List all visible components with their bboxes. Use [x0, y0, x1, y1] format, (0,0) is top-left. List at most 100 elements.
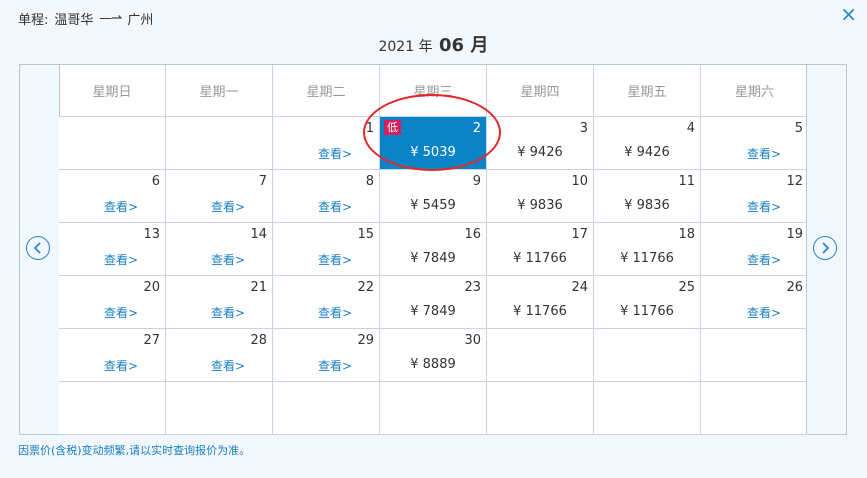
route-info: 单程: 温哥华 —⇀ 广州 [18, 9, 153, 28]
calendar-day[interactable]: 19 查看> [701, 223, 808, 276]
calendar-day[interactable]: 16 ¥ 7849 [380, 223, 487, 276]
day-price[interactable]: ¥ 9836 [487, 198, 593, 213]
view-price-link[interactable]: 查看> [104, 198, 138, 215]
view-price-link[interactable]: 查看> [104, 357, 138, 374]
view-price-link[interactable]: 查看> [747, 198, 781, 215]
view-price-link[interactable]: 查看> [211, 357, 245, 374]
view-price-link[interactable]: 查看> [211, 304, 245, 321]
view-price-link[interactable]: 查看> [104, 304, 138, 321]
calendar-day[interactable]: 3 ¥ 9426 [487, 117, 594, 170]
calendar-day-selected[interactable]: 2 低 ¥ 5039 [380, 117, 487, 170]
route-to: 广州 [127, 13, 154, 28]
day-price[interactable]: ¥ 8889 [380, 357, 486, 372]
next-month-button[interactable] [813, 236, 837, 260]
day-price[interactable]: ¥ 9836 [594, 198, 700, 213]
day-number: 8 [365, 174, 374, 189]
view-price-link[interactable]: 查看> [318, 251, 352, 268]
calendar-day [273, 382, 380, 435]
day-price[interactable]: ¥ 7849 [380, 251, 486, 266]
day-number: 6 [151, 174, 160, 189]
calendar-day[interactable]: 26 查看> [701, 276, 808, 329]
month-year-unit: 年 [418, 39, 433, 55]
prev-month-button[interactable] [26, 236, 50, 260]
calendar-day[interactable]: 22 查看> [273, 276, 380, 329]
view-price-link[interactable]: 查看> [747, 251, 781, 268]
view-price-link[interactable]: 查看> [104, 251, 138, 268]
day-number: 29 [357, 333, 374, 348]
day-price[interactable]: ¥ 5039 [380, 145, 486, 160]
view-price-link[interactable]: 查看> [318, 145, 352, 162]
day-number: 13 [143, 227, 160, 242]
day-number: 16 [464, 227, 481, 242]
view-price-link[interactable]: 查看> [318, 357, 352, 374]
calendar-day [380, 382, 487, 435]
calendar-day[interactable]: 24 ¥ 11766 [487, 276, 594, 329]
calendar-day[interactable]: 29 查看> [273, 329, 380, 382]
month-unit: 月 [470, 35, 489, 56]
calendar-day [166, 117, 273, 170]
day-price[interactable]: ¥ 5459 [380, 198, 486, 213]
calendar-grid: 星期日 星期一 星期二 星期三 星期四 星期五 星期六 1 查看> 2 低 ¥ 5039 3 ¥ 9426… [59, 65, 808, 435]
calendar-day [59, 117, 166, 170]
day-price[interactable]: ¥ 11766 [487, 304, 593, 319]
calendar-day[interactable]: 5 查看> [701, 117, 808, 170]
calendar-day [487, 329, 594, 382]
calendar-day[interactable]: 20 查看> [59, 276, 166, 329]
route-from: 温哥华 [54, 13, 94, 28]
weekday-header: 星期三 [380, 65, 487, 117]
day-price[interactable]: ¥ 9426 [594, 145, 700, 160]
calendar-day [166, 382, 273, 435]
weekday-header: 星期一 [166, 65, 273, 117]
calendar-day[interactable]: 21 查看> [166, 276, 273, 329]
view-price-link[interactable]: 查看> [211, 198, 245, 215]
day-price[interactable]: ¥ 11766 [594, 251, 700, 266]
day-number: 12 [786, 174, 803, 189]
close-icon[interactable]: × [840, 4, 857, 24]
calendar-day[interactable]: 14 查看> [166, 223, 273, 276]
view-price-link[interactable]: 查看> [211, 251, 245, 268]
calendar-day[interactable]: 30 ¥ 8889 [380, 329, 487, 382]
month-title: 2021 年 06 月 [0, 31, 867, 57]
route-arrow-icon: —⇀ [99, 11, 122, 26]
calendar-day[interactable]: 4 ¥ 9426 [594, 117, 701, 170]
calendar-right-rail [806, 65, 846, 434]
day-number: 3 [579, 121, 588, 136]
day-number: 24 [571, 280, 588, 295]
calendar-left-rail [20, 65, 60, 434]
calendar-day[interactable]: 1 查看> [273, 117, 380, 170]
price-footnote: 因票价(含税)变动频繁,请以实时查询报价为准。 [18, 444, 251, 457]
calendar-day[interactable]: 6 查看> [59, 170, 166, 223]
calendar-day[interactable]: 27 查看> [59, 329, 166, 382]
day-number: 30 [464, 333, 481, 348]
calendar-day[interactable]: 23 ¥ 7849 [380, 276, 487, 329]
day-number: 19 [786, 227, 803, 242]
calendar-day[interactable]: 12 查看> [701, 170, 808, 223]
day-price[interactable]: ¥ 7849 [380, 304, 486, 319]
day-price[interactable]: ¥ 11766 [487, 251, 593, 266]
day-price[interactable]: ¥ 11766 [594, 304, 700, 319]
calendar-day[interactable]: 11 ¥ 9836 [594, 170, 701, 223]
day-price[interactable]: ¥ 9426 [487, 145, 593, 160]
calendar-day[interactable]: 18 ¥ 11766 [594, 223, 701, 276]
weekday-header: 星期六 [701, 65, 808, 117]
calendar-day[interactable]: 10 ¥ 9836 [487, 170, 594, 223]
calendar-day[interactable]: 7 查看> [166, 170, 273, 223]
calendar-day[interactable]: 28 查看> [166, 329, 273, 382]
day-number: 17 [571, 227, 588, 242]
view-price-link[interactable]: 查看> [318, 198, 352, 215]
calendar-day[interactable]: 8 查看> [273, 170, 380, 223]
calendar-day[interactable]: 15 查看> [273, 223, 380, 276]
day-number: 25 [678, 280, 695, 295]
month-year: 2021 [378, 39, 415, 55]
day-number: 23 [464, 280, 481, 295]
weekday-header: 星期五 [594, 65, 701, 117]
calendar-day [59, 382, 166, 435]
view-price-link[interactable]: 查看> [747, 304, 781, 321]
lowest-price-badge: 低 [384, 120, 401, 135]
calendar-day[interactable]: 9 ¥ 5459 [380, 170, 487, 223]
calendar-day[interactable]: 17 ¥ 11766 [487, 223, 594, 276]
calendar-day[interactable]: 13 查看> [59, 223, 166, 276]
calendar-day[interactable]: 25 ¥ 11766 [594, 276, 701, 329]
view-price-link[interactable]: 查看> [318, 304, 352, 321]
view-price-link[interactable]: 查看> [747, 145, 781, 162]
